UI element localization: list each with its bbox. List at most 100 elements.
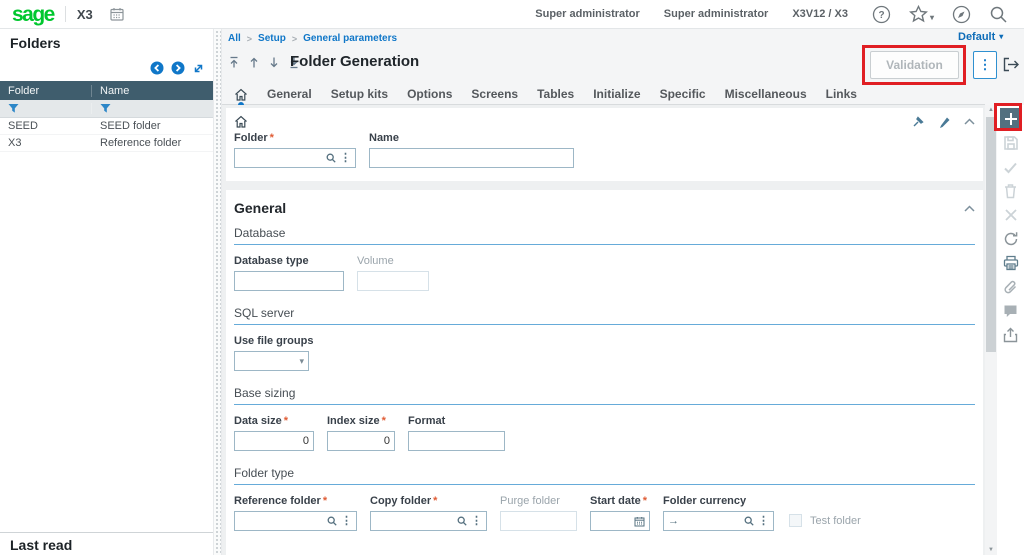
tab-tables[interactable]: Tables	[537, 87, 574, 101]
table-row[interactable]: X3 Reference folder	[0, 135, 213, 152]
print-button[interactable]	[1000, 252, 1022, 274]
panel-splitter[interactable]	[213, 29, 222, 555]
tab-general[interactable]: General	[267, 87, 312, 101]
home-section-icon[interactable]	[234, 115, 248, 128]
format-field: Format	[408, 415, 505, 451]
expand-panel-icon[interactable]	[192, 62, 205, 75]
tab-initialize[interactable]: Initialize	[593, 87, 640, 101]
more-actions-button[interactable]: ⋮	[973, 51, 997, 79]
required-marker: *	[284, 415, 288, 427]
lookup-magnifier-icon[interactable]	[744, 516, 754, 526]
favorites-star-icon[interactable]	[909, 5, 928, 23]
date-picker-calendar-icon[interactable]	[634, 516, 645, 527]
breadcrumb: All > Setup > General parameters	[228, 33, 397, 44]
lookup-magnifier-icon[interactable]	[327, 516, 337, 526]
table-row[interactable]: SEED SEED folder	[0, 118, 213, 135]
breadcrumb-general-parameters[interactable]: General parameters	[303, 33, 397, 44]
name-column-header[interactable]: Name	[92, 85, 213, 97]
name-filter-icon[interactable]	[92, 103, 213, 114]
folder-currency-label: Folder currency	[663, 495, 774, 507]
user-role[interactable]: Super administrator	[664, 8, 769, 20]
start-date-input[interactable]	[595, 512, 630, 530]
folder-currency-input[interactable]	[683, 512, 740, 530]
copy-folder-input[interactable]	[375, 512, 453, 530]
folder-currency-field: Folder currency → ⋮	[663, 495, 774, 531]
reference-folder-input[interactable]	[239, 512, 323, 530]
validation-button[interactable]: Validation	[870, 51, 959, 79]
pin-icon[interactable]	[912, 115, 925, 128]
tab-home[interactable]	[234, 84, 248, 105]
row-folder-cell[interactable]: SEED	[0, 120, 92, 132]
volume-input	[362, 272, 424, 290]
lookup-magnifier-icon[interactable]	[326, 153, 336, 163]
name-input[interactable]	[374, 149, 569, 167]
edit-pencil-icon[interactable]	[938, 115, 951, 128]
view-selector[interactable]: Default ▾	[958, 31, 1003, 43]
search-icon[interactable]	[989, 5, 1008, 24]
required-marker: *	[270, 132, 274, 144]
tab-screens[interactable]: Screens	[471, 87, 518, 101]
comment-button[interactable]	[1000, 300, 1022, 322]
explore-compass-icon[interactable]	[952, 5, 971, 24]
folder-column-header[interactable]: Folder	[0, 85, 92, 97]
index-size-field: Index size*	[327, 415, 395, 451]
breadcrumb-all[interactable]: All	[228, 33, 241, 44]
user-name[interactable]: Super administrator	[535, 8, 640, 20]
help-icon[interactable]: ?	[872, 5, 891, 24]
row-name-cell[interactable]: SEED folder	[92, 120, 213, 132]
data-size-field: Data size*	[234, 415, 314, 451]
field-options-icon[interactable]: ⋮	[341, 516, 352, 527]
row-folder-cell[interactable]: X3	[0, 137, 92, 149]
use-file-groups-select[interactable]: ▾	[234, 351, 309, 371]
folder-input[interactable]	[239, 149, 322, 167]
folder-field: Folder* ⋮	[234, 132, 356, 168]
vertical-scrollbar[interactable]: ▲ ▼	[985, 105, 997, 555]
sage-logo[interactable]: sage	[12, 4, 54, 25]
tab-setup-kits[interactable]: Setup kits	[331, 87, 388, 101]
folders-filter-row	[0, 100, 213, 118]
purge-folder-label: Purge folder	[500, 495, 577, 507]
first-record-icon[interactable]	[228, 56, 240, 69]
next-record-icon[interactable]	[268, 56, 280, 69]
required-marker: *	[323, 495, 327, 507]
folder-filter-icon[interactable]	[0, 103, 92, 114]
previous-record-icon[interactable]	[248, 56, 260, 69]
breadcrumb-setup[interactable]: Setup	[258, 33, 286, 44]
scroll-up-arrow[interactable]: ▲	[985, 107, 997, 113]
collapse-section-icon[interactable]	[964, 118, 975, 125]
instance-endpoint[interactable]: X3V12 / X3	[792, 8, 848, 20]
favorites-caret-icon[interactable]: ▾	[930, 14, 934, 23]
share-button[interactable]	[1000, 324, 1022, 346]
chevron-down-icon: ▾	[999, 33, 1003, 42]
validate-check-button	[1000, 156, 1022, 178]
database-type-input[interactable]	[239, 272, 339, 290]
index-size-input[interactable]	[332, 432, 390, 450]
new-record-button[interactable]	[1000, 108, 1022, 130]
tab-options[interactable]: Options	[407, 87, 452, 101]
calendar-icon[interactable]	[109, 6, 125, 22]
attachment-paperclip-button[interactable]	[1000, 276, 1022, 298]
format-input[interactable]	[413, 432, 500, 450]
scrollbar-thumb[interactable]	[986, 117, 996, 352]
tab-specific[interactable]: Specific	[660, 87, 706, 101]
name-field: Name	[369, 132, 574, 168]
refresh-button[interactable]	[1000, 228, 1022, 250]
folders-table-header[interactable]: Folder Name	[0, 81, 213, 100]
last-read-section[interactable]: Last read	[0, 532, 213, 555]
field-options-icon[interactable]: ⋮	[471, 516, 482, 527]
tab-links[interactable]: Links	[826, 87, 857, 101]
lookup-magnifier-icon[interactable]	[457, 516, 467, 526]
next-record-icon[interactable]	[171, 61, 185, 75]
scroll-down-arrow[interactable]: ▼	[985, 547, 997, 553]
tab-miscellaneous[interactable]: Miscellaneous	[725, 87, 807, 101]
prev-record-icon[interactable]	[150, 61, 164, 75]
row-name-cell[interactable]: Reference folder	[92, 137, 213, 149]
field-options-icon[interactable]: ⋮	[758, 516, 769, 527]
collapse-general-icon[interactable]	[964, 205, 975, 212]
exit-icon[interactable]	[1003, 57, 1020, 72]
jump-to-icon[interactable]: →	[668, 516, 679, 527]
base-sizing-subsection-title: Base sizing	[234, 386, 975, 405]
field-options-icon[interactable]: ⋮	[340, 153, 351, 164]
data-size-input[interactable]	[239, 432, 309, 450]
breadcrumb-separator: >	[247, 34, 252, 44]
